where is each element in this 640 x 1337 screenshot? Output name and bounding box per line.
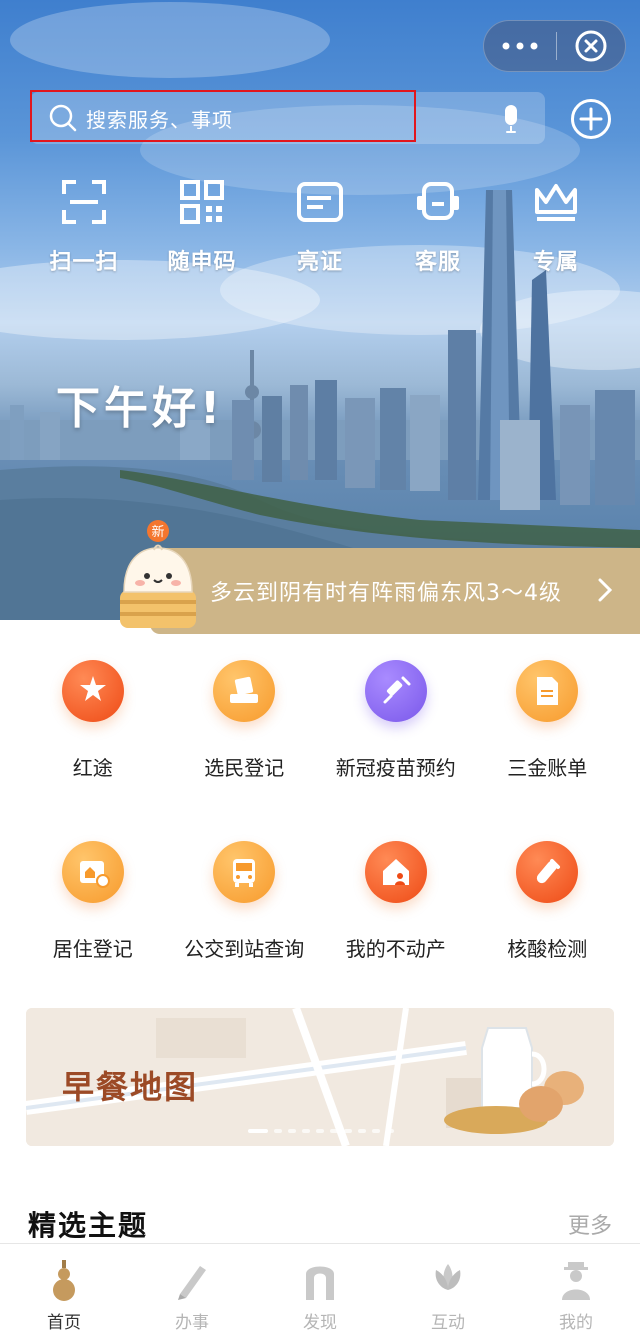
microphone-icon[interactable] xyxy=(501,104,521,134)
quick-action-qrcode[interactable]: 随申码 xyxy=(143,178,261,276)
miniprogram-capsule xyxy=(483,20,626,72)
service-residence-registration[interactable]: 居住登记 xyxy=(17,841,169,962)
syringe-icon xyxy=(383,676,411,704)
person-icon xyxy=(562,1262,590,1300)
tab-label: 发现 xyxy=(303,1313,337,1333)
tab-discover[interactable]: 发现 xyxy=(256,1244,384,1337)
quick-action-label: 扫一扫 xyxy=(49,250,119,275)
bill-icon xyxy=(537,677,559,705)
carousel-dot xyxy=(248,1129,268,1133)
breakfast-map-banner[interactable]: 早餐地图 xyxy=(26,1008,614,1146)
carousel-dot xyxy=(386,1129,394,1133)
weather-text: 多云到阴有时有阵雨偏东风3～4级 xyxy=(210,581,562,606)
bottom-tab-bar: 首页 办事 发现 互动 我的 xyxy=(0,1243,640,1337)
gourd-icon xyxy=(53,1260,75,1301)
tab-label: 办事 xyxy=(175,1313,209,1333)
carousel-dot xyxy=(302,1129,310,1133)
service-label: 核酸检测 xyxy=(507,937,588,961)
dumpling-mascot: 新 xyxy=(120,520,196,628)
service-label: 三金账单 xyxy=(507,756,588,780)
service-label: 新冠疫苗预约 xyxy=(335,756,456,780)
service-label: 居住登记 xyxy=(52,937,133,961)
pen-icon xyxy=(178,1266,206,1300)
hero-banner: 搜索服务、事项 扫一扫 随申码 亮证 客服 专属 下午好! xyxy=(0,0,640,620)
section-title: 精选主题 xyxy=(28,1209,149,1242)
star-road-icon xyxy=(79,676,106,701)
service-covid-vaccine[interactable]: 新冠疫苗预约 xyxy=(320,660,472,781)
search-bar[interactable]: 搜索服务、事项 xyxy=(30,90,545,144)
more-button[interactable] xyxy=(484,20,556,72)
service-label: 公交到站查询 xyxy=(184,937,305,961)
service-icon-bg xyxy=(61,841,124,903)
carousel-dot xyxy=(288,1129,296,1133)
quick-action-label: 亮证 xyxy=(296,250,343,275)
service-icon-bg xyxy=(61,660,124,722)
service-icon-bg xyxy=(213,841,276,903)
carousel-dot xyxy=(330,1129,338,1133)
service-bus-arrival[interactable]: 公交到站查询 xyxy=(169,841,321,962)
banner-title: 早餐地图 xyxy=(62,1068,199,1106)
quick-action-scan[interactable]: 扫一扫 xyxy=(25,178,143,276)
chevron-right-icon xyxy=(598,578,612,602)
ballot-icon xyxy=(230,676,259,703)
tab-services[interactable]: 办事 xyxy=(128,1244,256,1337)
service-label: 红途 xyxy=(72,756,113,780)
service-hongtu[interactable]: 红途 xyxy=(17,660,169,781)
arch-icon xyxy=(306,1266,334,1300)
tab-label: 首页 xyxy=(47,1313,81,1333)
service-icon-bg xyxy=(516,841,579,903)
service-icon-bg xyxy=(516,660,579,722)
carousel-dot xyxy=(344,1129,352,1133)
house-icon xyxy=(382,859,409,885)
service-icon-bg xyxy=(364,841,427,903)
tab-label: 我的 xyxy=(559,1313,593,1333)
quick-actions: 扫一扫 随申码 亮证 客服 专属 xyxy=(25,178,615,276)
scan-icon xyxy=(62,180,106,224)
test-tube-icon xyxy=(537,859,561,884)
carousel-dot xyxy=(316,1129,324,1133)
qr-code-icon xyxy=(180,180,224,224)
add-plus-icon[interactable] xyxy=(570,98,612,140)
tab-mine[interactable]: 我的 xyxy=(512,1244,640,1337)
headset-icon xyxy=(417,182,459,220)
new-badge: 新 xyxy=(151,524,164,540)
service-grid: 红途 选民登记 新冠疫苗预约 三金账单 居住登记 公交到站查询 我的不动产 核酸… xyxy=(17,660,623,962)
service-my-property[interactable]: 我的不动产 xyxy=(320,841,472,962)
search-highlight-box xyxy=(30,90,416,142)
close-button[interactable] xyxy=(557,20,625,72)
bus-icon xyxy=(233,859,256,887)
quick-action-exclusive[interactable]: 专属 xyxy=(497,178,615,276)
tab-label: 互动 xyxy=(431,1313,465,1333)
quick-action-label: 客服 xyxy=(414,250,461,275)
carousel-dot xyxy=(372,1129,380,1133)
quick-action-support[interactable]: 客服 xyxy=(379,178,497,276)
carousel-dot xyxy=(358,1129,366,1133)
service-icon-bg xyxy=(213,660,276,722)
magnolia-icon xyxy=(435,1264,461,1290)
close-circle-icon xyxy=(575,30,607,62)
service-sanjin-bill[interactable]: 三金账单 xyxy=(472,660,624,781)
more-link[interactable]: 更多 xyxy=(568,1208,612,1240)
greeting-text: 下午好! xyxy=(56,383,225,434)
tab-home[interactable]: 首页 xyxy=(0,1244,128,1337)
tab-interact[interactable]: 互动 xyxy=(384,1244,512,1337)
crown-icon xyxy=(535,184,577,221)
carousel-indicator xyxy=(248,1129,394,1133)
quick-action-show-card[interactable]: 亮证 xyxy=(261,178,379,276)
service-nucleic-test[interactable]: 核酸检测 xyxy=(472,841,624,962)
residence-icon xyxy=(79,861,110,888)
more-dots-icon xyxy=(502,42,538,50)
service-voter-registration[interactable]: 选民登记 xyxy=(169,660,321,781)
card-icon xyxy=(297,182,343,222)
service-icon-bg xyxy=(364,660,427,722)
quick-action-label: 专属 xyxy=(532,250,579,275)
quick-action-label: 随申码 xyxy=(167,250,237,275)
carousel-dot xyxy=(274,1129,282,1133)
service-label: 选民登记 xyxy=(204,756,285,780)
service-label: 我的不动产 xyxy=(345,937,446,961)
weather-bar[interactable]: 多云到阴有时有阵雨偏东风3～4级 xyxy=(150,548,640,634)
